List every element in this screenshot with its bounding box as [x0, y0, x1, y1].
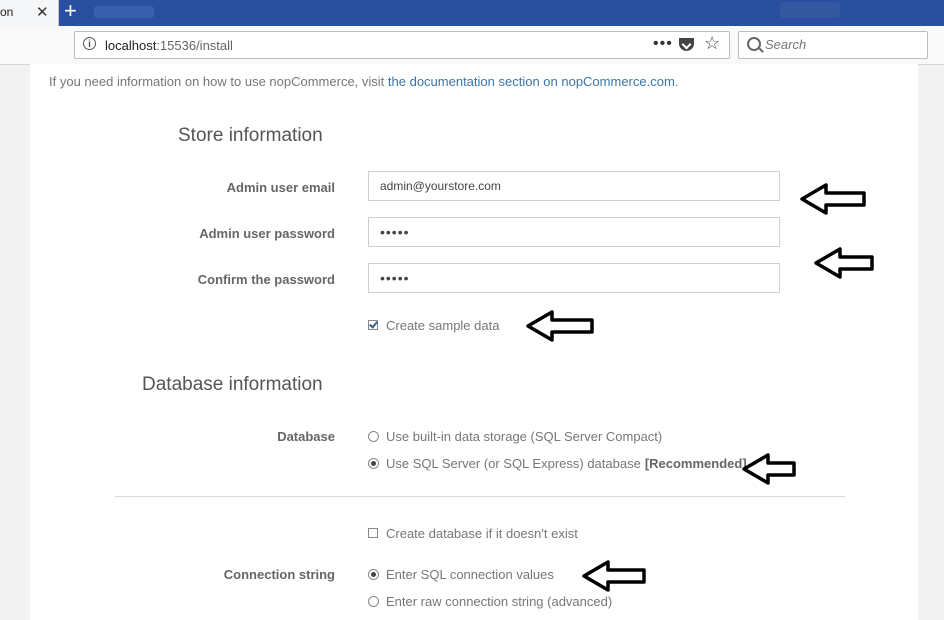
url-path: :15536/install — [156, 38, 233, 53]
connection-raw-label: Enter raw connection string (advanced) — [386, 593, 613, 609]
database-sql-radio[interactable] — [368, 457, 379, 469]
recommended-tag: [Recommended] — [644, 455, 747, 471]
search-icon — [747, 37, 761, 51]
search-input[interactable] — [765, 35, 915, 53]
pocket-icon[interactable] — [679, 38, 694, 51]
admin-email-label: Admin user email — [226, 180, 335, 195]
info-icon[interactable]: i — [83, 37, 96, 50]
connection-values-label: Enter SQL connection values — [386, 566, 554, 582]
create-sample-data-checkbox[interactable] — [368, 320, 378, 330]
search-bar[interactable] — [738, 31, 928, 59]
tab-strip: on ✕ + — [0, 0, 944, 26]
new-tab-button[interactable]: + — [64, 0, 77, 24]
intro-text: If you need information on how to use no… — [49, 74, 679, 89]
database-option-builtin[interactable]: Use built-in data storage (SQL Server Co… — [368, 427, 662, 445]
browser-toolbar: i localhost:15536/install ••• ☆ — [0, 26, 944, 65]
annotation-arrow-icon — [800, 183, 866, 215]
bookmark-star-icon[interactable]: ☆ — [704, 33, 720, 54]
connection-raw-radio[interactable] — [368, 595, 379, 607]
install-page: If you need information on how to use no… — [30, 64, 918, 620]
tab-strip-background — [94, 6, 154, 18]
section-divider — [115, 496, 845, 497]
connection-values-radio[interactable] — [368, 568, 379, 580]
create-database-row[interactable]: Create database if it doesn't exist — [368, 524, 578, 542]
connection-option-raw[interactable]: Enter raw connection string (advanced) — [368, 592, 612, 610]
confirm-password-label: Confirm the password — [197, 272, 335, 287]
browser-tab[interactable]: on ✕ — [0, 0, 59, 26]
close-icon[interactable]: ✕ — [36, 3, 49, 21]
admin-email-input[interactable] — [368, 171, 780, 201]
url-text[interactable]: localhost:15536/install — [105, 38, 233, 53]
more-icon[interactable]: ••• — [653, 35, 673, 53]
create-database-checkbox[interactable] — [368, 528, 378, 538]
database-information-title: Database information — [142, 374, 323, 395]
confirm-password-input[interactable] — [368, 263, 780, 293]
database-builtin-label: Use built-in data storage (SQL Server Co… — [386, 428, 663, 444]
store-information-title: Store information — [178, 125, 323, 146]
annotation-arrow-icon — [526, 310, 594, 342]
create-sample-data-row[interactable]: Create sample data — [368, 316, 499, 334]
database-builtin-radio[interactable] — [368, 430, 379, 442]
tab-title: on — [0, 5, 14, 19]
create-database-label: Create database if it doesn't exist — [386, 525, 578, 541]
url-host: localhost — [105, 38, 157, 53]
database-label: Database — [277, 429, 335, 444]
database-sql-label: Use SQL Server (or SQL Express) database — [386, 455, 641, 471]
annotation-arrow-icon — [582, 560, 646, 592]
address-bar[interactable]: i localhost:15536/install ••• ☆ — [74, 31, 730, 59]
admin-password-input[interactable] — [368, 217, 780, 247]
annotation-arrow-icon — [814, 247, 874, 279]
create-sample-data-label: Create sample data — [386, 317, 500, 333]
admin-password-label: Admin user password — [199, 226, 335, 241]
annotation-arrow-icon — [742, 453, 796, 485]
connection-option-values[interactable]: Enter SQL connection values — [368, 565, 554, 583]
tab-strip-background — [780, 2, 840, 18]
documentation-link[interactable]: the documentation section on nopCommerce… — [388, 74, 675, 89]
connection-string-label: Connection string — [223, 567, 335, 582]
database-option-sql[interactable]: Use SQL Server (or SQL Express) database… — [368, 454, 747, 472]
